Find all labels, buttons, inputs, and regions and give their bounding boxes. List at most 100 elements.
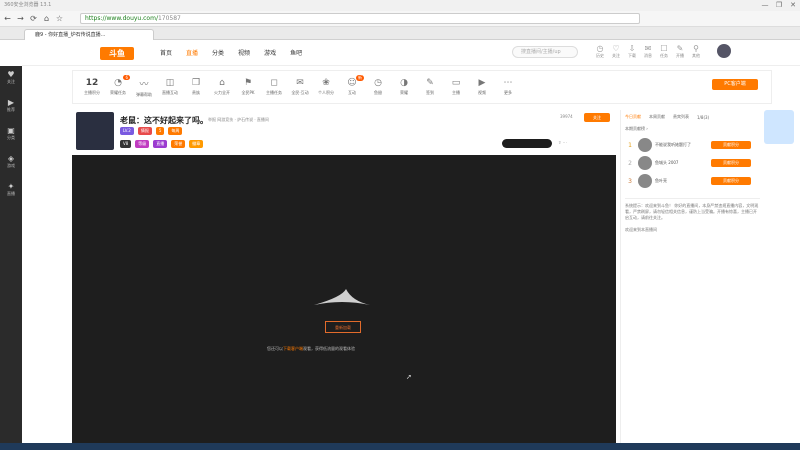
sidebar-item-category[interactable]: ▣ 分类: [0, 122, 22, 150]
room-chips: LV.2 情报 5 每周: [120, 127, 186, 135]
home-icon[interactable]: ⌂: [41, 13, 52, 24]
share-icon[interactable]: ⇪ ⋯: [558, 140, 567, 145]
room-info: 老鼠：这不好起来了吗。 举报 网游竞技 · 炉石传说 · 直播间 LV.2 情报…: [72, 108, 616, 154]
edit-icon[interactable]: ✎ 开播: [672, 44, 688, 59]
feature-item[interactable]: ▭ 主播: [443, 78, 469, 96]
feature-item[interactable]: ✎ 签到: [417, 78, 443, 96]
left-sidebar: ♥ 关注 ▶ 推荐 ▣ 分类 ◈ 游戏 ✦ 直播: [0, 66, 22, 446]
location-icon[interactable]: ⚲ 其他: [688, 44, 704, 59]
feature-item[interactable]: ▶ 视频: [469, 78, 495, 96]
tab-vip[interactable]: 贵宾列表: [673, 114, 689, 120]
feature-bar: 12 主播积分 6 ◔ 荣耀任务 〰弹幕帮助 ◫ 直播互动 ❒ 贵族 ⌂ 火力全开 ⚑ 全民P…: [72, 70, 772, 104]
user-avatar[interactable]: [717, 44, 731, 58]
feature-item[interactable]: ❒ 贵族: [183, 78, 209, 96]
top-label[interactable]: 本期贡献榜 ›: [625, 126, 760, 132]
chip: 徽章: [189, 140, 204, 148]
refresh-icon[interactable]: ⟳: [28, 13, 39, 24]
system-notice: 系统提示：欢迎来到斗鱼！ 你好的直播间，本身严禁违规直播内容，文明观看，严禁刷屏…: [625, 198, 760, 221]
task-icon[interactable]: ☐ 任务: [656, 44, 672, 59]
room-badges: V8 等级 直播 荣誉 徽章: [120, 140, 207, 148]
feature-item[interactable]: 新 ☺ 互动: [339, 75, 365, 96]
rank-tabs: 今日贡献 本周贡献 贵宾列表 1/8(3): [625, 114, 760, 120]
minimize-icon[interactable]: —: [758, 0, 772, 11]
grid-icon: ▣: [7, 126, 15, 135]
rank-num: 3: [628, 177, 632, 185]
nav-category[interactable]: 分类: [212, 48, 224, 57]
feature-item[interactable]: 〰弹幕帮助: [131, 77, 157, 98]
close-icon[interactable]: ✕: [786, 0, 800, 11]
sidebar-item-games[interactable]: ◈ 游戏: [0, 150, 22, 178]
browser-navbar: ← → ⟳ ⌂ ☆ https://www.douyu.com/170587: [0, 11, 800, 27]
search-input[interactable]: 搜直播间/主播/up: [512, 46, 578, 58]
nav-yuba[interactable]: 鱼吧: [290, 48, 302, 57]
avatar: [638, 138, 652, 152]
download-client-link[interactable]: 下载客户端: [283, 346, 303, 351]
feature-item[interactable]: ⋯ 更多: [495, 78, 521, 96]
nav-games[interactable]: 游戏: [264, 48, 276, 57]
sidebar-item-follow[interactable]: ♥ 关注: [0, 66, 22, 94]
anchor-avatar[interactable]: [76, 112, 114, 150]
avatar: [638, 156, 652, 170]
star-icon[interactable]: ☆: [54, 13, 65, 24]
rank-row[interactable]: 2 鱼城头 2007 贡献积分: [625, 154, 760, 172]
contribute-button[interactable]: 贡献积分: [711, 159, 751, 167]
nav-live[interactable]: 直播: [186, 48, 198, 57]
feature-item[interactable]: ⌂ 火力全开: [209, 78, 235, 96]
side-promo[interactable]: [764, 110, 800, 150]
address-bar[interactable]: https://www.douyu.com/170587: [80, 13, 640, 24]
maximize-icon[interactable]: ❐: [772, 0, 786, 11]
video-player[interactable]: 重新加载 您还可以下载客户端观看，获得低流量的观看体验 ➚: [72, 155, 616, 445]
follow-icon[interactable]: ♡ 关注: [608, 44, 624, 59]
browser-title: 360安全浏览器 13.1: [0, 0, 800, 11]
feature-item[interactable]: 12 主播积分: [79, 78, 105, 96]
sidebar-item-live[interactable]: ✦ 直播: [0, 178, 22, 206]
gamepad-icon: ◈: [7, 154, 15, 163]
forward-icon[interactable]: →: [15, 13, 26, 24]
download-hint: 您还可以下载客户端观看，获得低流量的观看体验: [267, 346, 355, 351]
url-secure: https://www.douyu.com/: [85, 15, 158, 22]
feature-item[interactable]: ◷ 鱼翅: [365, 78, 391, 96]
tab-page: 1/8(3): [697, 114, 710, 120]
tab-week[interactable]: 本周贡献: [649, 114, 665, 120]
history-icon[interactable]: ◷ 历史: [592, 44, 608, 59]
chip: 直播: [153, 140, 168, 148]
chip: 情报: [137, 127, 152, 135]
contribute-button[interactable]: 贡献积分: [711, 177, 751, 185]
feature-item[interactable]: ✉ 全民·互动: [287, 78, 313, 96]
feature-item[interactable]: ◑ 荣耀: [391, 78, 417, 96]
rank-row[interactable]: 3 鱼叶亮 贡献积分: [625, 172, 760, 190]
back-icon[interactable]: ←: [2, 13, 13, 24]
follow-button[interactable]: 关注: [584, 113, 610, 122]
browser-tab[interactable]: 鹿9 - 你好直播_炉石传说直播...: [24, 29, 154, 40]
feature-item[interactable]: ❀ 个人积分: [313, 78, 339, 96]
nav-home[interactable]: 首页: [160, 48, 172, 57]
feature-item[interactable]: 6 ◔ 荣耀任务: [105, 75, 131, 96]
pk-badge[interactable]: [502, 139, 552, 148]
contribute-button[interactable]: 贡献积分: [711, 141, 751, 149]
tab-today[interactable]: 今日贡献: [625, 114, 641, 120]
nav-video[interactable]: 视频: [238, 48, 250, 57]
avatar: [638, 174, 652, 188]
sidebar-item-label: 游戏: [7, 163, 15, 168]
sidebar-item-label: 分类: [7, 135, 15, 140]
rank-num: 1: [628, 141, 632, 149]
chat-line: 欢迎来到本直播间: [625, 227, 657, 232]
download-icon[interactable]: ⇩ 下载: [624, 44, 640, 59]
retry-button[interactable]: 重新加载: [325, 321, 361, 333]
rank-num: 2: [628, 159, 632, 167]
message-icon[interactable]: ✉ 消息: [640, 44, 656, 59]
douyu-logo[interactable]: 斗鱼: [100, 47, 134, 60]
chip: V8: [120, 140, 132, 148]
rank-name: 鱼叶亮: [655, 178, 667, 183]
sidebar-item-label: 关注: [7, 79, 15, 84]
feature-item[interactable]: ◻ 主播任务: [261, 78, 287, 96]
main-nav: 首页 直播 分类 视频 游戏 鱼吧: [160, 48, 316, 57]
feature-item[interactable]: ◫ 直播互动: [157, 78, 183, 96]
window-controls: — ❐ ✕: [758, 0, 800, 11]
promo-image[interactable]: [764, 110, 794, 144]
pc-client-button[interactable]: PC客户端: [712, 79, 758, 90]
url-path: 170587: [157, 15, 181, 22]
sidebar-item-recommend[interactable]: ▶ 推荐: [0, 94, 22, 122]
feature-item[interactable]: ⚑ 全民PK: [235, 78, 261, 96]
rank-row[interactable]: 1 不能说我听她题打了 贡献积分: [625, 136, 760, 154]
